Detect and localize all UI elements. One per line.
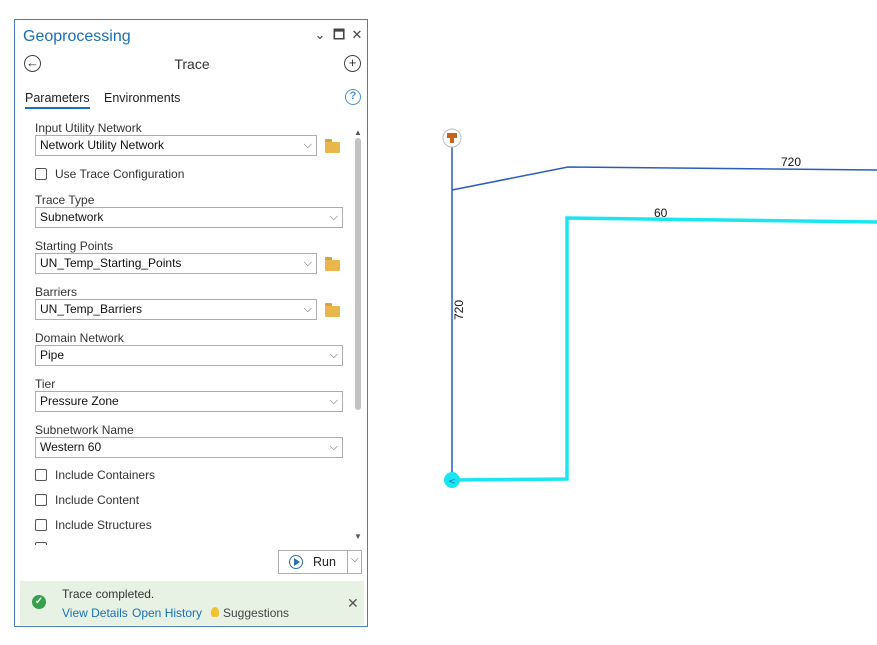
subnetwork-name-select[interactable]: Western 60 ⌵ bbox=[35, 437, 343, 458]
vertical-line-label: 720 bbox=[452, 300, 466, 320]
chevron-down-icon: ⌵ bbox=[303, 303, 312, 315]
scrollbar-thumb[interactable] bbox=[355, 138, 361, 410]
barriers-select[interactable]: UN_Temp_Barriers ⌵ bbox=[35, 299, 317, 320]
starting-points-label: Starting Points bbox=[35, 239, 114, 253]
chevron-down-icon: ⌵ bbox=[303, 257, 312, 269]
domain-network-value: Pipe bbox=[40, 348, 65, 362]
include-structures-checkbox[interactable] bbox=[35, 519, 47, 531]
success-check-icon: ✓ bbox=[32, 595, 46, 609]
input-utility-network-value: Network Utility Network bbox=[40, 138, 165, 152]
include-containers-checkbox[interactable] bbox=[35, 469, 47, 481]
run-label: Run bbox=[313, 555, 336, 569]
add-icon[interactable]: + bbox=[344, 55, 361, 72]
input-utility-network-select[interactable]: Network Utility Network ⌵ bbox=[35, 135, 317, 156]
lightbulb-icon bbox=[211, 607, 219, 617]
chevron-down-icon: ⌵ bbox=[329, 349, 338, 361]
starting-points-select[interactable]: UN_Temp_Starting_Points ⌵ bbox=[35, 253, 317, 274]
include-content-label: Include Content bbox=[55, 493, 140, 507]
status-message-bar: ✓ Trace completed. View Details Open His… bbox=[20, 581, 364, 625]
use-trace-config-label: Use Trace Configuration bbox=[55, 167, 185, 181]
chevron-down-icon: ⌵ bbox=[329, 211, 338, 223]
chevron-down-icon: ⌵ bbox=[329, 395, 338, 407]
highlight-line-label: 60 bbox=[654, 206, 668, 220]
trace-type-label: Trace Type bbox=[35, 193, 95, 207]
browse-folder-icon[interactable] bbox=[325, 139, 340, 153]
suggestions-link[interactable]: Suggestions bbox=[223, 606, 289, 620]
run-options-chevron-icon[interactable]: ⌵ bbox=[351, 554, 359, 565]
view-details-link[interactable]: View Details bbox=[62, 606, 128, 620]
tier-value: Pressure Zone bbox=[40, 394, 119, 408]
run-button[interactable]: Run ⌵ bbox=[278, 550, 362, 574]
tool-name: Trace bbox=[174, 56, 210, 72]
top-line-label: 720 bbox=[781, 155, 801, 169]
chevron-down-icon: ⌵ bbox=[329, 441, 338, 453]
domain-network-label: Domain Network bbox=[35, 331, 124, 345]
status-text: Trace completed. bbox=[62, 587, 155, 601]
maximize-icon[interactable]: 🗖 bbox=[331, 27, 347, 43]
trace-type-value: Subnetwork bbox=[40, 210, 104, 224]
map-view[interactable]: < 720 60 720 bbox=[380, 100, 877, 520]
pane-title: Geoprocessing bbox=[23, 28, 131, 45]
starting-points-value: UN_Temp_Starting_Points bbox=[40, 256, 182, 270]
include-content-checkbox[interactable] bbox=[35, 494, 47, 506]
starting-point-glyph: < bbox=[448, 477, 456, 487]
input-utility-network-label: Input Utility Network bbox=[35, 121, 142, 135]
next-option-checkbox[interactable] bbox=[35, 542, 47, 545]
include-structures-label: Include Structures bbox=[55, 518, 152, 532]
geoprocessing-pane: Geoprocessing ⌄ 🗖 ✕ ← Trace + Parameters… bbox=[14, 19, 368, 627]
include-containers-label: Include Containers bbox=[55, 468, 156, 482]
parameters-panel: Input Utility Network Network Utility Ne… bbox=[23, 115, 355, 545]
use-trace-config-checkbox[interactable] bbox=[35, 168, 47, 180]
scroll-up-icon[interactable]: ▲ bbox=[353, 128, 363, 137]
top-pipe-line[interactable] bbox=[451, 166, 877, 191]
play-icon bbox=[289, 555, 303, 569]
pane-options-icon[interactable]: ⌄ bbox=[312, 27, 328, 43]
highlighted-trace-line[interactable] bbox=[451, 216, 877, 482]
tab-parameters[interactable]: Parameters bbox=[25, 91, 90, 109]
parameters-scrollbar[interactable]: ▲ ▼ bbox=[353, 128, 363, 548]
browse-folder-icon[interactable] bbox=[325, 303, 340, 317]
trace-type-select[interactable]: Subnetwork ⌵ bbox=[35, 207, 343, 228]
tab-environments[interactable]: Environments bbox=[104, 91, 180, 105]
tier-select[interactable]: Pressure Zone ⌵ bbox=[35, 391, 343, 412]
help-icon[interactable]: ? bbox=[345, 89, 361, 105]
close-icon[interactable]: ✕ bbox=[349, 27, 365, 43]
barriers-value: UN_Temp_Barriers bbox=[40, 302, 143, 316]
device-icon bbox=[447, 133, 457, 138]
tier-label: Tier bbox=[35, 377, 56, 391]
open-history-link[interactable]: Open History bbox=[132, 606, 202, 620]
subnetwork-name-value: Western 60 bbox=[40, 440, 102, 454]
domain-network-select[interactable]: Pipe ⌵ bbox=[35, 345, 343, 366]
close-icon[interactable]: ✕ bbox=[347, 595, 359, 612]
barriers-label: Barriers bbox=[35, 285, 78, 299]
browse-folder-icon[interactable] bbox=[325, 257, 340, 271]
scroll-down-icon[interactable]: ▼ bbox=[353, 532, 363, 541]
subnetwork-name-label: Subnetwork Name bbox=[35, 423, 134, 437]
chevron-down-icon: ⌵ bbox=[303, 139, 312, 151]
